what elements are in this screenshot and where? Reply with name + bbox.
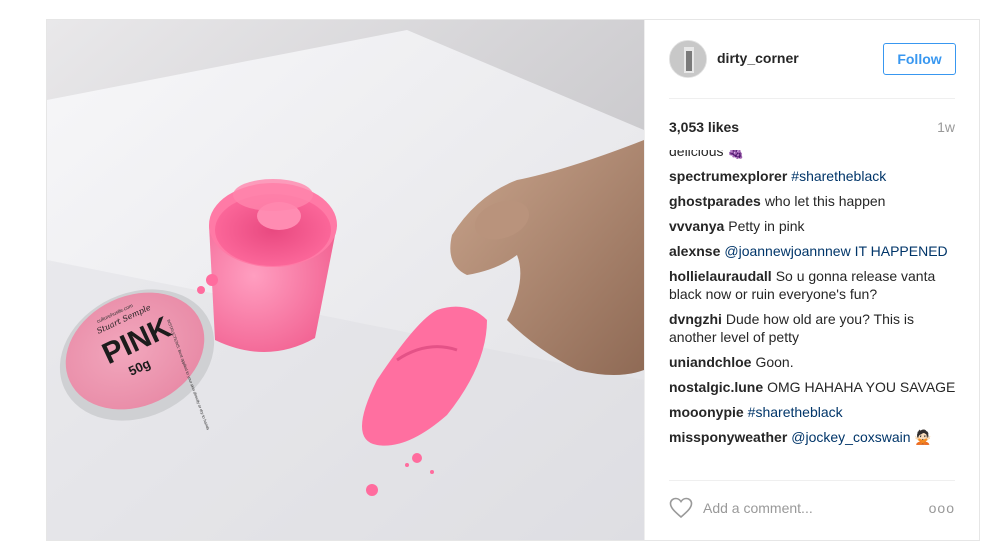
comment-text: delicious 🍇 [669, 150, 745, 159]
comment-row: nostalgic.lune OMG HAHAHA YOU SAVAGE [669, 378, 959, 396]
comment-username[interactable]: ghostparades [669, 193, 761, 209]
comment-row: mooonypie #sharetheblack [669, 403, 959, 421]
follow-button[interactable]: Follow [883, 43, 956, 75]
comment-row: spectrumexplorer #sharetheblack [669, 167, 959, 185]
header-divider [669, 98, 955, 99]
avatar[interactable] [669, 40, 707, 78]
comment-username[interactable]: vvvanya [669, 218, 724, 234]
add-comment-input[interactable] [703, 497, 923, 519]
comment-username[interactable]: alexnse [669, 243, 720, 259]
comment-text: Petty in pink [728, 218, 805, 234]
post-time-ago[interactable]: 1w [937, 119, 955, 135]
heart-icon[interactable] [669, 496, 693, 520]
add-comment-bar: ooo [669, 493, 955, 523]
comment-text: #sharetheblack [791, 168, 887, 184]
likes-count[interactable]: 3,053 likes [669, 119, 739, 135]
comment-username[interactable]: mooonypie [669, 404, 744, 420]
comment-username[interactable]: uniandchloe [669, 354, 751, 370]
post-header: dirty_corner Follow [645, 20, 980, 98]
comment-row: vvvanya Petty in pink [669, 217, 959, 235]
comment-row: missponyweather @jockey_coxswain 🙅🏻 [669, 428, 959, 446]
comment-text: #sharetheblack [747, 404, 843, 420]
comment-text: who let this happen [764, 193, 886, 209]
more-options-icon[interactable]: ooo [929, 500, 955, 516]
comment-username[interactable]: missponyweather [669, 429, 787, 445]
comment-text: @jockey_coxswain 🙅🏻 [791, 429, 932, 445]
comment-row: alexnse @joannewjoannnew IT HAPPENED [669, 242, 959, 260]
comment-row: ghostparades who let this happen [669, 192, 959, 210]
comment-row: dvngzhi Dude how old are you? This is ano… [669, 310, 959, 346]
comment-row: delicious 🍇 [669, 150, 959, 160]
post-username[interactable]: dirty_corner [717, 50, 799, 66]
comment-row: hollielauraudall So u gonna release vanta… [669, 267, 959, 303]
instagram-post: PINK 50g Stuart Semple culturehustle.com… [46, 19, 980, 541]
comments-divider [669, 480, 955, 481]
post-sidebar: dirty_corner Follow 3,053 likes 1w delic… [644, 20, 979, 540]
comment-username[interactable]: nostalgic.lune [669, 379, 763, 395]
post-photo-svg: PINK 50g Stuart Semple culturehustle.com… [47, 20, 644, 540]
comment-row: uniandchloe Goon. [669, 353, 959, 371]
comment-text: OMG HAHAHA YOU SAVAGE [767, 379, 956, 395]
comment-username[interactable]: spectrumexplorer [669, 168, 787, 184]
comment-text: @joannewjoannnew IT HAPPENED [724, 243, 948, 259]
comment-username[interactable]: dvngzhi [669, 311, 722, 327]
post-photo: PINK 50g Stuart Semple culturehustle.com… [47, 20, 644, 540]
powder-jar [197, 179, 337, 353]
comments-list[interactable]: delicious 🍇 spectrumexplorer #sharetheblac… [669, 150, 959, 473]
comment-username[interactable]: hollielauraudall [669, 268, 772, 284]
comment-text: Goon. [755, 354, 794, 370]
